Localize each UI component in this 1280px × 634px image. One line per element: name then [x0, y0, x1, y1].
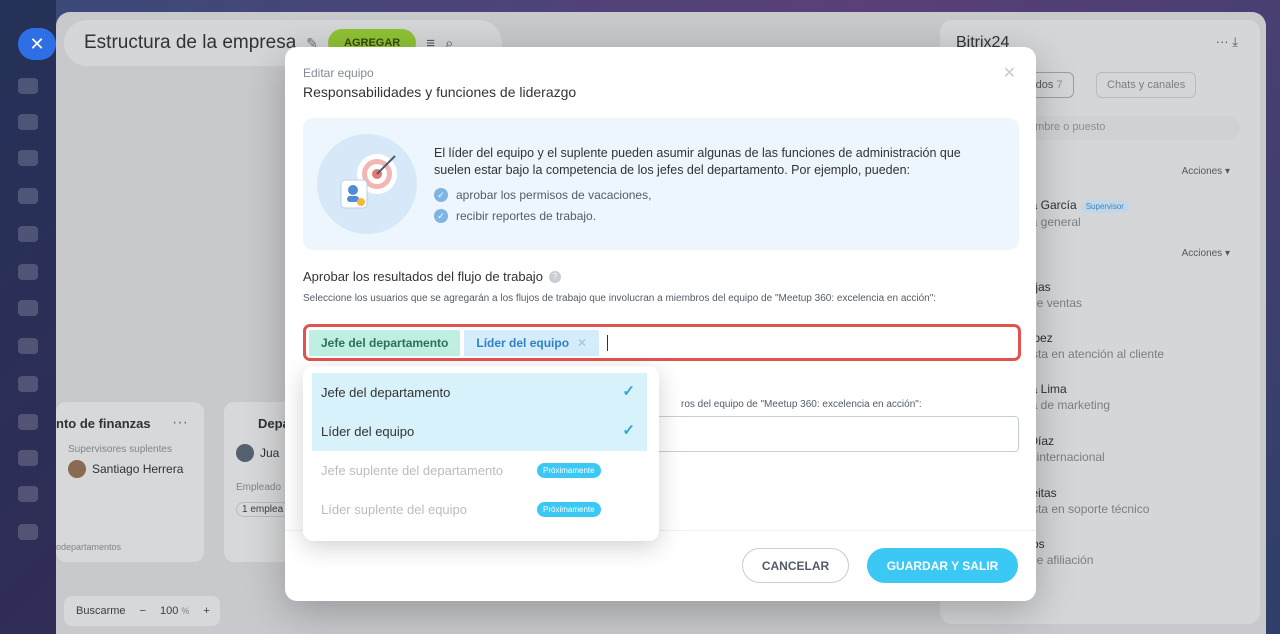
- dialog-title: Responsabilidades y funciones de lideraz…: [303, 84, 577, 100]
- launcher-icon[interactable]: [18, 376, 38, 392]
- role-dropdown: Jefe del departamento ✓ Líder del equipo ✓…: [303, 366, 659, 541]
- search-me-button[interactable]: Buscarme: [76, 605, 126, 617]
- department-card[interactable]: nto de finanzas ··· Supervisores suplent…: [56, 402, 204, 562]
- avatar: [236, 444, 254, 462]
- close-icon[interactable]: ✕: [1003, 63, 1016, 83]
- launcher-icon[interactable]: [18, 486, 38, 502]
- launcher-icon[interactable]: [18, 264, 38, 280]
- save-and-exit-button[interactable]: GUARDAR Y SALIR: [867, 548, 1018, 583]
- info-bullet: ✓ aprobar los permisos de vacaciones,: [434, 188, 651, 202]
- text-cursor: [607, 334, 609, 351]
- launcher-icon[interactable]: [18, 150, 38, 166]
- subdepartments-link[interactable]: odepartamentos: [56, 542, 121, 552]
- option-deputy-department-head: Jefe suplente del departamento Próximamen…: [312, 451, 647, 490]
- deputy-person[interactable]: Santiago Herrera: [68, 460, 183, 478]
- zoom-in-button[interactable]: +: [203, 605, 209, 617]
- info-box: El líder del equipo y el suplente pueden…: [303, 118, 1019, 250]
- check-icon: ✓: [434, 209, 448, 223]
- remove-tag-icon[interactable]: ✕: [577, 336, 587, 350]
- dialog-supertitle: Editar equipo: [303, 66, 374, 80]
- tag-team-leader[interactable]: Líder del equipo ✕: [464, 329, 600, 356]
- supervisor-badge: Supervisor: [1080, 200, 1129, 213]
- actions-menu[interactable]: Acciones ▾: [1182, 248, 1230, 259]
- list-item[interactable]: López alista en atención al cliente: [1020, 331, 1164, 361]
- panel-search-input[interactable]: or nombre o puesto: [1000, 116, 1240, 140]
- target-illustration-icon: [317, 134, 417, 234]
- zoom-bar: Buscarme − 100 % +: [64, 596, 220, 626]
- section2-description: ros del equipo de "Meetup 360: excelenci…: [681, 399, 922, 410]
- deputy-label: Supervisores suplentes: [68, 444, 172, 455]
- department-title: nto de finanzas: [56, 416, 151, 431]
- left-launcher: [0, 0, 56, 634]
- launcher-icon[interactable]: [18, 114, 38, 130]
- page-title: Estructura de la empresa: [84, 32, 297, 53]
- section2-input[interactable]: [651, 416, 1019, 452]
- info-bullet: ✓ recibir reportes de trabajo.: [434, 209, 596, 223]
- actions-menu[interactable]: Acciones ▾: [1182, 166, 1230, 177]
- section-description: Seleccione los usuarios que se agregarán…: [303, 293, 937, 304]
- close-slider-button[interactable]: ✕: [18, 28, 56, 60]
- launcher-icon[interactable]: [18, 188, 38, 204]
- launcher-icon[interactable]: [18, 300, 38, 316]
- info-text: El líder del equipo y el suplente pueden…: [434, 146, 961, 177]
- check-icon: ✓: [434, 188, 448, 202]
- tag-department-head[interactable]: Jefe del departamento: [309, 329, 461, 356]
- launcher-icon[interactable]: [18, 226, 38, 242]
- panel-actions-icon[interactable]: ··· ⤓: [1216, 34, 1238, 50]
- launcher-icon[interactable]: [18, 450, 38, 466]
- zoom-value: 100 %: [159, 605, 190, 617]
- coming-soon-badge: Próximamente: [537, 502, 601, 517]
- list-item[interactable]: dra García Supervisor ora general: [1020, 198, 1129, 229]
- more-icon[interactable]: ···: [172, 414, 188, 432]
- launcher-icon[interactable]: [18, 524, 38, 540]
- employees-chip[interactable]: 1 emplea: [236, 502, 290, 517]
- tab-chats[interactable]: Chats y canales: [1096, 72, 1197, 98]
- employees-label: Empleado: [236, 482, 282, 493]
- coming-soon-badge: Próximamente: [537, 463, 601, 478]
- help-icon[interactable]: ?: [548, 270, 561, 283]
- avatar: [68, 460, 86, 478]
- cancel-button[interactable]: CANCELAR: [742, 548, 849, 583]
- section-title: Aprobar los resultados del flujo de trab…: [303, 269, 561, 284]
- option-deputy-team-leader: Líder suplente del equipo Próximamente: [312, 490, 647, 529]
- person-name: Santiago Herrera: [92, 462, 184, 476]
- option-team-leader[interactable]: Líder del equipo ✓: [312, 412, 647, 451]
- check-icon: ✓: [622, 383, 635, 400]
- launcher-icon[interactable]: [18, 338, 38, 354]
- workflow-approvers-selector[interactable]: Jefe del departamento Líder del equipo ✕: [303, 324, 1021, 361]
- person-name: Jua: [260, 446, 280, 460]
- list-item[interactable]: Freitas alista en soporte técnico: [1020, 486, 1149, 516]
- launcher-icon[interactable]: [18, 78, 38, 94]
- check-icon: ✓: [622, 422, 635, 439]
- head-person[interactable]: Jua: [236, 444, 279, 462]
- launcher-icon[interactable]: [18, 414, 38, 430]
- option-department-head[interactable]: Jefe del departamento ✓: [312, 373, 647, 412]
- zoom-out-button[interactable]: −: [140, 605, 146, 617]
